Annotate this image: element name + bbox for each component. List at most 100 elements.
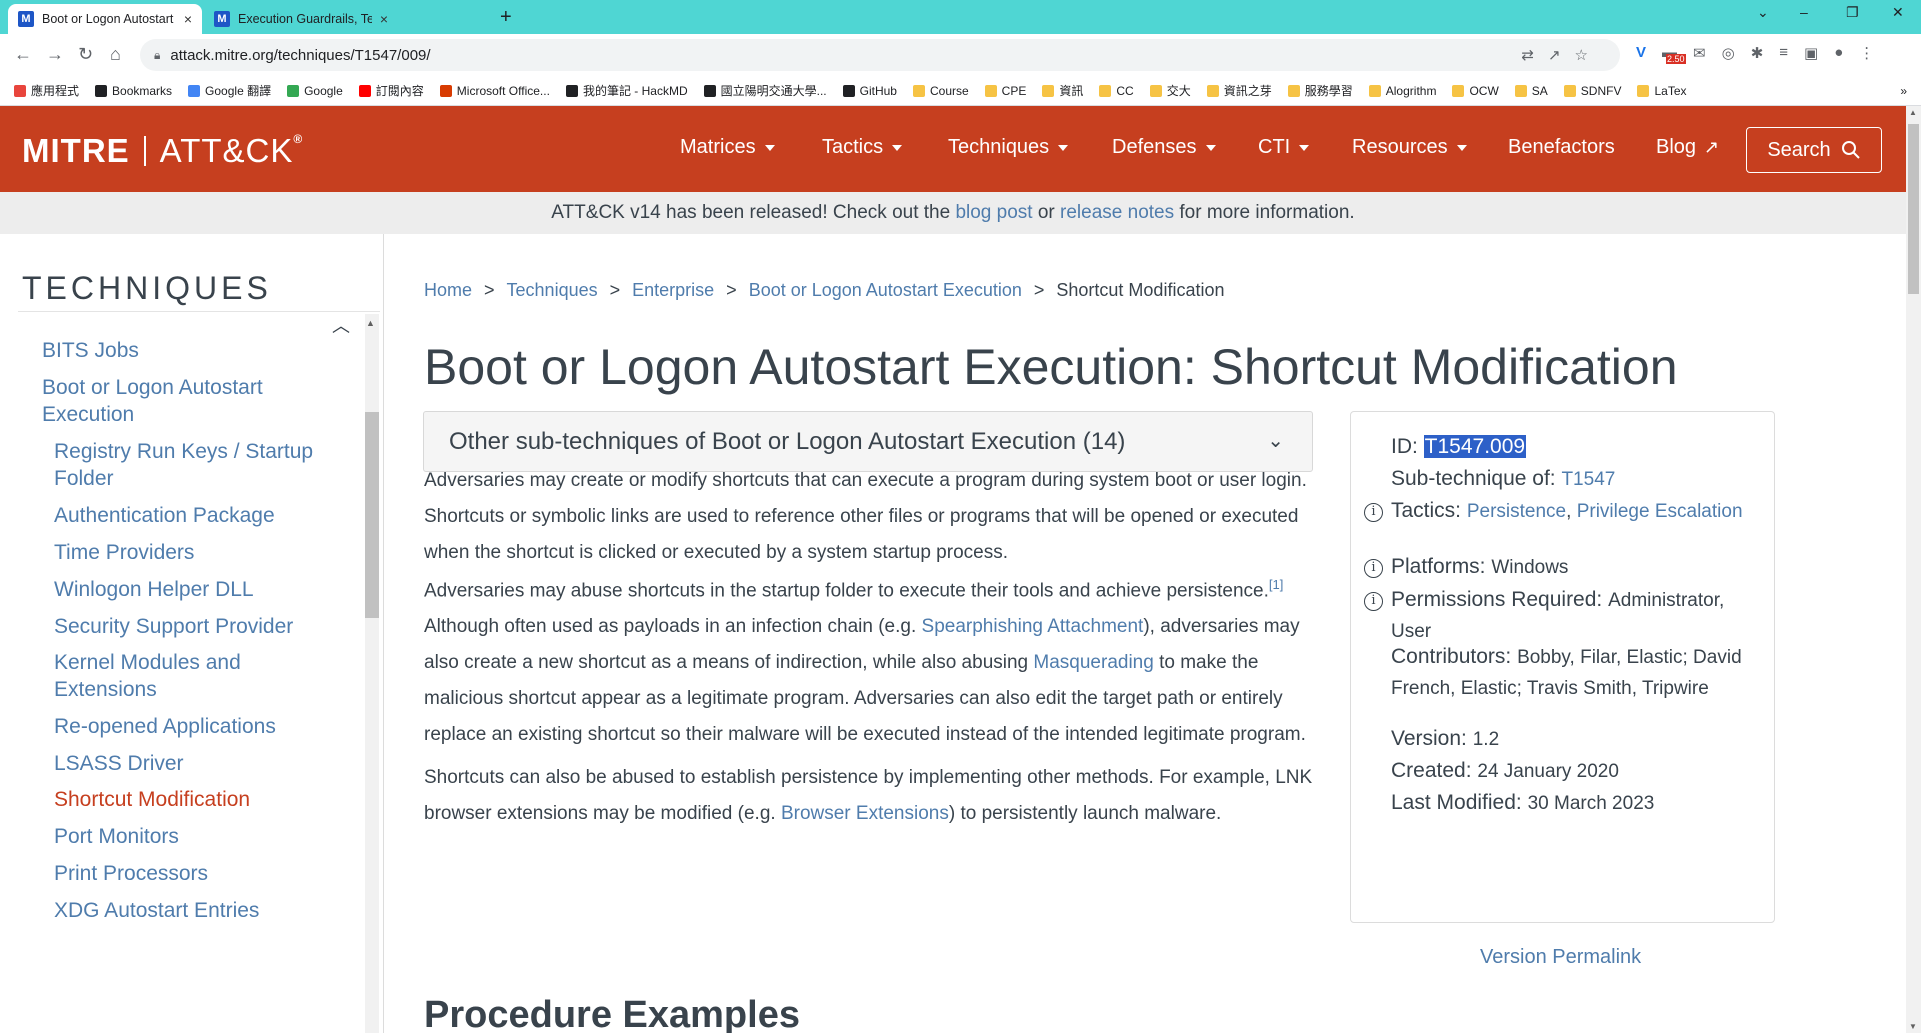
browser-extensions-link[interactable]: Browser Extensions [781,803,949,824]
tab-search-icon[interactable]: ⌄ [1757,4,1769,21]
sidebar-item[interactable]: Execution [42,398,134,431]
record-extension-icon[interactable]: ◎ [1722,44,1735,62]
bookmark-item[interactable]: 資訊之芽 [1206,82,1272,99]
new-tab-button[interactable]: + [500,6,512,29]
bookmarks-overflow-icon[interactable]: » [1900,84,1907,98]
chevron-up-icon[interactable]: ︿ [332,312,350,338]
close-window-button[interactable]: ✕ [1892,4,1904,21]
sidebar-item[interactable]: Re-opened Applications [54,710,276,743]
sidebar-scrollbar-thumb[interactable] [365,412,379,618]
bookmark-item[interactable]: 我的筆記 - HackMD [565,82,688,99]
bookmark-item[interactable]: 訂閱內容 [358,82,424,99]
persistence-link[interactable]: Persistence [1467,501,1566,522]
bookmark-item[interactable]: 國立陽明交通大學... [703,82,827,99]
bookmark-item[interactable]: SDNFV [1563,84,1621,98]
vimium-extension-icon[interactable]: V [1636,44,1646,62]
sidebar-item[interactable]: Folder [54,462,114,495]
bookmark-item[interactable]: Google [287,84,343,98]
page-title: Boot or Logon Autostart Execution: Short… [424,339,1678,395]
release-notes-link[interactable]: release notes [1060,202,1174,223]
sidebar-item[interactable]: Authentication Package [54,499,275,532]
bookmark-item[interactable]: Course [912,84,969,98]
breadcrumb-item[interactable]: Home [424,280,472,301]
bookmark-item[interactable]: SA [1514,84,1548,98]
sidebar-item[interactable]: Shortcut Modification [54,783,250,816]
bookmark-item[interactable]: 應用程式 [14,82,79,99]
restore-button[interactable]: ❐ [1846,4,1859,21]
bookmark-item[interactable]: GitHub [842,84,897,98]
nav-tactics[interactable]: Tactics [822,136,903,159]
parent-technique-link[interactable]: T1547 [1561,469,1615,490]
nav-defenses[interactable]: Defenses [1112,136,1216,159]
spearphishing-attachment-link[interactable]: Spearphishing Attachment [922,616,1144,637]
puzzle-extensions-icon[interactable]: ✱ [1751,44,1764,62]
breadcrumb-item[interactable]: Techniques [507,280,598,301]
bookmark-item[interactable]: Microsoft Office... [439,84,550,98]
nav-techniques[interactable]: Techniques [948,136,1069,159]
version-permalink[interactable]: Version Permalink [1480,946,1641,969]
omnibox-actions[interactable]: ⇄↗☆ [1521,46,1602,64]
privilege-escalation-link[interactable]: Privilege Escalation [1577,501,1743,522]
reference-link[interactable]: [1] [1269,577,1283,592]
bookmark-item[interactable]: Bookmarks [95,84,172,98]
sidebar-item[interactable]: Winlogon Helper DLL [54,573,254,606]
bookmark-icon [439,84,452,97]
nav-matrices[interactable]: Matrices [680,136,775,159]
sidebar-item[interactable]: Security Support Provider [54,610,293,643]
sidebar-item[interactable]: Port Monitors [54,820,179,853]
address-bar[interactable]: 🔒︎ attack.mitre.org/techniques/T1547/009… [140,39,1620,71]
sidebar-item[interactable]: XDG Autostart Entries [54,894,259,927]
badge-extension-icon[interactable]: ▬ 2.50 [1662,44,1686,64]
minimize-button[interactable]: – [1800,4,1808,20]
bookmark-item[interactable]: CPE [984,84,1026,98]
nav-blog[interactable]: Blog ↗ [1656,136,1719,159]
nav-resources[interactable]: Resources [1352,136,1467,159]
blog-post-link[interactable]: blog post [955,202,1032,223]
bookmark-item[interactable]: OCW [1452,84,1499,98]
lock-icon[interactable]: 🔒︎ [154,48,160,63]
sidebar-item[interactable]: Extensions [54,673,157,706]
page-scrollbar-thumb[interactable] [1908,124,1919,294]
sidebar-item[interactable]: Time Providers [54,536,194,569]
reload-icon[interactable]: ↻ [78,44,93,65]
info-icon[interactable]: i [1364,503,1383,522]
mitre-attck-logo[interactable]: MITRE ATT&CK ® [22,132,303,170]
scroll-down-icon[interactable]: ▼ [1909,1022,1917,1031]
search-button[interactable]: Search [1746,127,1882,173]
sidebar-item[interactable]: Print Processors [54,857,208,890]
url-text[interactable]: attack.mitre.org/techniques/T1547/009/ [170,47,430,64]
bookmark-item[interactable]: 服務學習 [1287,82,1353,99]
bookmark-item[interactable]: 交大 [1149,82,1191,99]
reading-list-icon[interactable]: ≡ [1779,44,1788,62]
side-panel-icon[interactable]: ▣ [1804,44,1818,62]
profile-avatar[interactable]: ● [1834,44,1843,62]
masquerading-link[interactable]: Masquerading [1033,652,1153,673]
bookmark-item[interactable]: Alogrithm [1368,84,1436,98]
bookmark-item[interactable]: Google 翻譯 [188,82,271,99]
breadcrumb-item[interactable]: Enterprise [632,280,714,301]
back-icon[interactable]: ← [14,44,32,65]
page-scrollbar[interactable]: ▲ ▼ [1906,106,1921,1033]
sidebar-item[interactable]: BITS Jobs [42,334,139,367]
nav-cti[interactable]: CTI [1258,136,1310,159]
breadcrumb-item[interactable]: Boot or Logon Autostart Execution [749,280,1022,301]
tab-boot-logon[interactable]: M Boot or Logon Autostart Execu × [8,4,202,34]
bookmark-item[interactable]: CC [1099,84,1134,98]
info-icon[interactable]: i [1364,559,1383,578]
nav-benefactors[interactable]: Benefactors [1508,136,1615,159]
breadcrumb: Home > Techniques > Enterprise > Boot or Logon… [424,280,1224,301]
tab-close-icon[interactable]: × [380,11,388,27]
forward-icon[interactable]: → [46,44,64,65]
scroll-up-icon[interactable]: ▲ [366,318,375,328]
mail-extension-icon[interactable]: ✉ [1693,44,1706,62]
menu-icon[interactable]: ⋮ [1859,44,1874,62]
sidebar-item[interactable]: LSASS Driver [54,747,184,780]
scroll-up-icon[interactable]: ▲ [1909,108,1917,117]
technique-id[interactable]: T1547.009 [1423,435,1527,458]
info-icon[interactable]: i [1364,592,1383,611]
tab-close-icon[interactable]: × [184,11,192,27]
home-icon[interactable]: ⌂ [110,44,121,65]
tab-execution-guardrails[interactable]: M Execution Guardrails, Techniqu × [204,4,398,34]
bookmark-item[interactable]: LaTex [1637,84,1687,98]
bookmark-item[interactable]: 資訊 [1042,82,1083,99]
